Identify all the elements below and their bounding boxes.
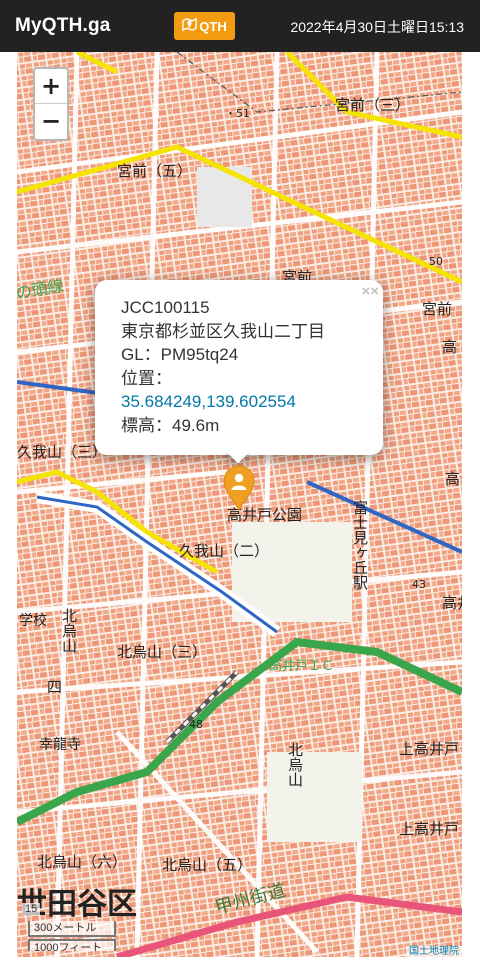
- scale-imperial: 1000フィート: [28, 939, 116, 951]
- navbar: MyQTH.ga QTH 2022年4月30日土曜日15:13: [0, 0, 480, 52]
- map-label: 北烏山（三）: [117, 643, 207, 661]
- map-label: 48: [189, 718, 203, 731]
- brand-link[interactable]: MyQTH.ga: [15, 15, 111, 37]
- map-label: 北烏山（五）: [162, 856, 252, 874]
- map-label: 高井戸ＩＣ: [269, 658, 334, 674]
- map-label: 宮前: [422, 300, 452, 318]
- coordinates-link[interactable]: 35.684249,139.602554: [121, 390, 359, 414]
- map-label: 学校: [19, 612, 47, 629]
- map-label: 北烏山: [60, 608, 78, 653]
- map-label: 北烏山: [286, 742, 304, 787]
- map-label: 久我山（二）: [179, 542, 269, 560]
- grid-locator: GL：PM95tq24: [121, 345, 239, 364]
- elevation: 標高：49.6m: [121, 415, 220, 435]
- jcc-code: JCC100115: [121, 298, 210, 317]
- address: 東京都杉並区久我山二丁目: [121, 321, 325, 341]
- map-label: 宮前（三）: [335, 96, 410, 114]
- map-label: 富士見ヶ丘駅: [351, 499, 369, 590]
- attribution-link[interactable]: 国土地理院: [406, 946, 462, 957]
- zoom-in-button[interactable]: +: [35, 69, 67, 104]
- map-label: 幸龍寺: [39, 736, 81, 753]
- map-label: 北烏山（六）: [37, 853, 127, 871]
- zoom-out-button[interactable]: −: [35, 104, 67, 139]
- position-label: 位置：: [121, 368, 172, 388]
- zoom-control: + −: [33, 67, 69, 141]
- map-label: 43: [412, 578, 426, 591]
- map-label: 上高井戸: [399, 740, 459, 758]
- scale-metric: 300メートル: [28, 921, 116, 937]
- popup-close-button[interactable]: ××: [361, 283, 379, 300]
- current-datetime: 2022年4月30日土曜日15:13: [290, 19, 464, 35]
- map-label: 宮前（五）: [117, 162, 192, 180]
- location-popup: ×× JCC100115 東京都杉並区久我山二丁目 GL：PM95tq24 位置…: [95, 280, 383, 455]
- map-label: 50: [429, 255, 443, 268]
- map-pin-icon: [182, 17, 198, 35]
- map-label: ・51: [225, 107, 250, 120]
- qth-button[interactable]: QTH: [174, 12, 235, 40]
- map-label: 高井: [442, 594, 462, 612]
- map-label: 高: [442, 338, 457, 356]
- person-marker-icon[interactable]: [222, 465, 256, 512]
- zoom-level: 15: [22, 903, 41, 915]
- map-label: 四: [47, 678, 62, 696]
- map-label: 高: [445, 470, 460, 488]
- qth-button-label: QTH: [199, 18, 227, 34]
- map-label: 上高井戸: [399, 820, 459, 838]
- map-label: 久我山（三）: [17, 443, 107, 461]
